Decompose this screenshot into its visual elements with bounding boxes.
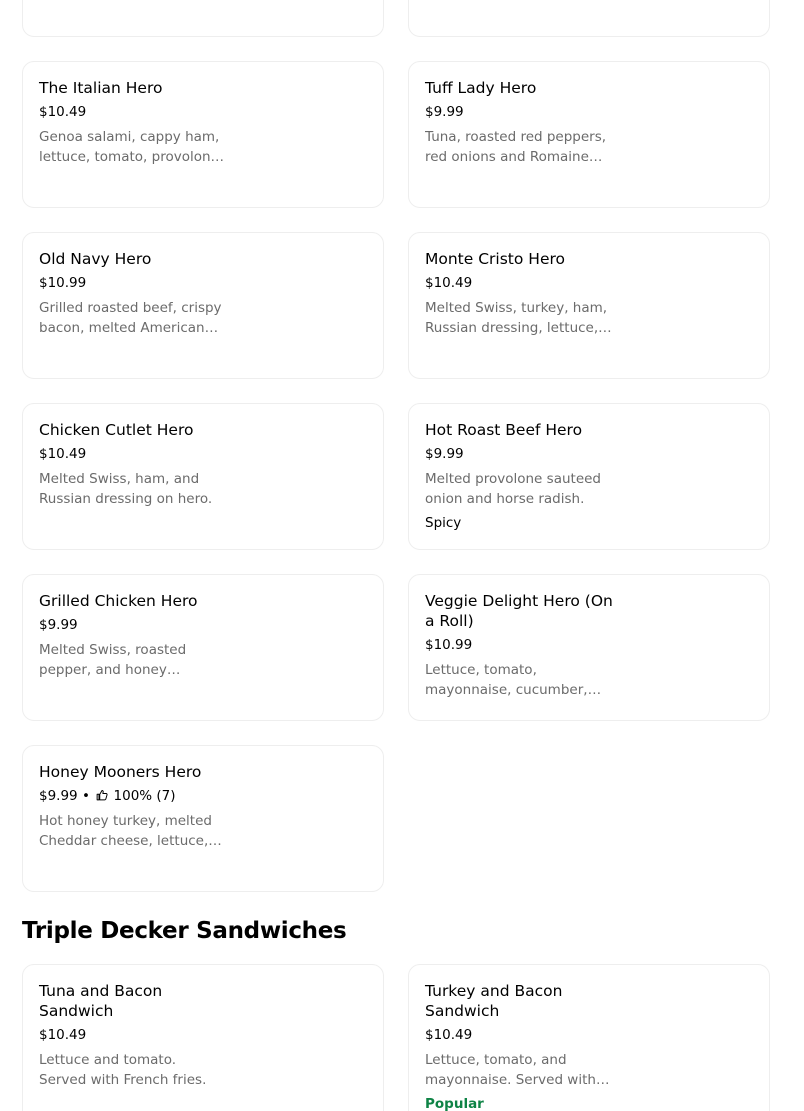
separator: •	[81, 788, 90, 804]
item-price: $10.49	[39, 446, 87, 462]
item-name: The Italian Hero	[39, 79, 163, 97]
item-price: $10.49	[425, 275, 473, 291]
menu-item-card[interactable]: Tuff Lady Hero $9.99 Tuna, roasted red p…	[408, 61, 770, 208]
item-rating: 100% (7)	[113, 788, 176, 804]
item-price: $10.49	[39, 104, 87, 120]
menu-item-card-partial-right[interactable]	[408, 0, 770, 37]
spicy-tag: Spicy	[425, 515, 462, 531]
item-price: $9.99	[39, 617, 78, 633]
item-price: $10.99	[425, 637, 473, 653]
menu-item-card[interactable]: Honey Mooners Hero $9.99 • 100% (7) Hot …	[22, 745, 384, 892]
item-name: Hot Roast Beef Hero	[425, 421, 583, 439]
item-description: Genoa salami, cappy ham, lettuce, tomato…	[39, 129, 224, 165]
item-description: Melted Swiss, turkey, ham, Russian dress…	[425, 300, 608, 336]
item-name: Monte Cristo Hero	[425, 250, 565, 268]
menu-item-card[interactable]: Old Navy Hero $10.99 Grilled roasted bee…	[22, 232, 384, 379]
item-description: Tuna, roasted red peppers, red onions an…	[425, 129, 607, 165]
menu-item-card[interactable]: Hot Roast Beef Hero $9.99 Melted provolo…	[408, 403, 770, 550]
item-price: $10.49	[39, 1027, 87, 1043]
item-name: Turkey and Bacon Sandwich	[425, 982, 563, 1020]
item-name: Tuff Lady Hero	[425, 79, 537, 97]
item-description: Lettuce, tomato, and mayonnaise. Served …	[425, 1052, 596, 1088]
item-description: Lettuce and tomato. Served with French f…	[39, 1052, 207, 1088]
item-price: $9.99	[425, 446, 464, 462]
item-description: Melted Swiss, ham, and Russian dressing …	[39, 471, 213, 507]
item-name: Tuna and Bacon Sandwich	[39, 982, 163, 1020]
item-name: Old Navy Hero	[39, 250, 152, 268]
item-price: $9.99	[39, 788, 78, 804]
menu-item-card[interactable]: Chicken Cutlet Hero $10.49 Melted Swiss,…	[22, 403, 384, 550]
item-description: Melted provolone sauteed onion and horse…	[425, 471, 601, 507]
menu-item-card[interactable]: Monte Cristo Hero $10.49 Melted Swiss, t…	[408, 232, 770, 379]
item-name: Honey Mooners Hero	[39, 763, 202, 781]
thumbs-up-icon	[96, 790, 108, 801]
item-price: $9.99	[425, 104, 464, 120]
menu-item-card[interactable]: Turkey and Bacon Sandwich $10.49 Lettuce…	[408, 964, 770, 1111]
item-price: $10.99	[39, 275, 87, 291]
item-name: Chicken Cutlet Hero	[39, 421, 194, 439]
item-description: Melted Swiss, roasted pepper, and honey …	[39, 642, 187, 678]
popular-badge: Popular	[425, 1096, 484, 1111]
item-description: Hot honey turkey, melted Cheddar cheese,…	[39, 813, 212, 849]
menu-page: The Italian Hero $10.49 Genoa salami, ca…	[0, 0, 804, 1111]
menu-item-card[interactable]: The Italian Hero $10.49 Genoa salami, ca…	[22, 61, 384, 208]
menu-item-card[interactable]: Grilled Chicken Hero $9.99 Melted Swiss,…	[22, 574, 384, 721]
menu-item-card-partial-left[interactable]	[22, 0, 384, 37]
item-price: $10.49	[425, 1027, 473, 1043]
item-description: Lettuce, tomato, mayonnaise, cucumber, o…	[425, 662, 588, 698]
menu-item-card[interactable]: Veggie Delight Hero (On a Roll) $10.99 L…	[408, 574, 770, 721]
item-name: Grilled Chicken Hero	[39, 592, 198, 610]
item-name: Veggie Delight Hero (On a Roll)	[425, 592, 613, 630]
section-title: Triple Decker Sandwiches	[22, 918, 347, 944]
item-description: Grilled roasted beef, crispy bacon, melt…	[39, 300, 222, 336]
menu-item-card[interactable]: Tuna and Bacon Sandwich $10.49 Lettuce a…	[22, 964, 384, 1111]
